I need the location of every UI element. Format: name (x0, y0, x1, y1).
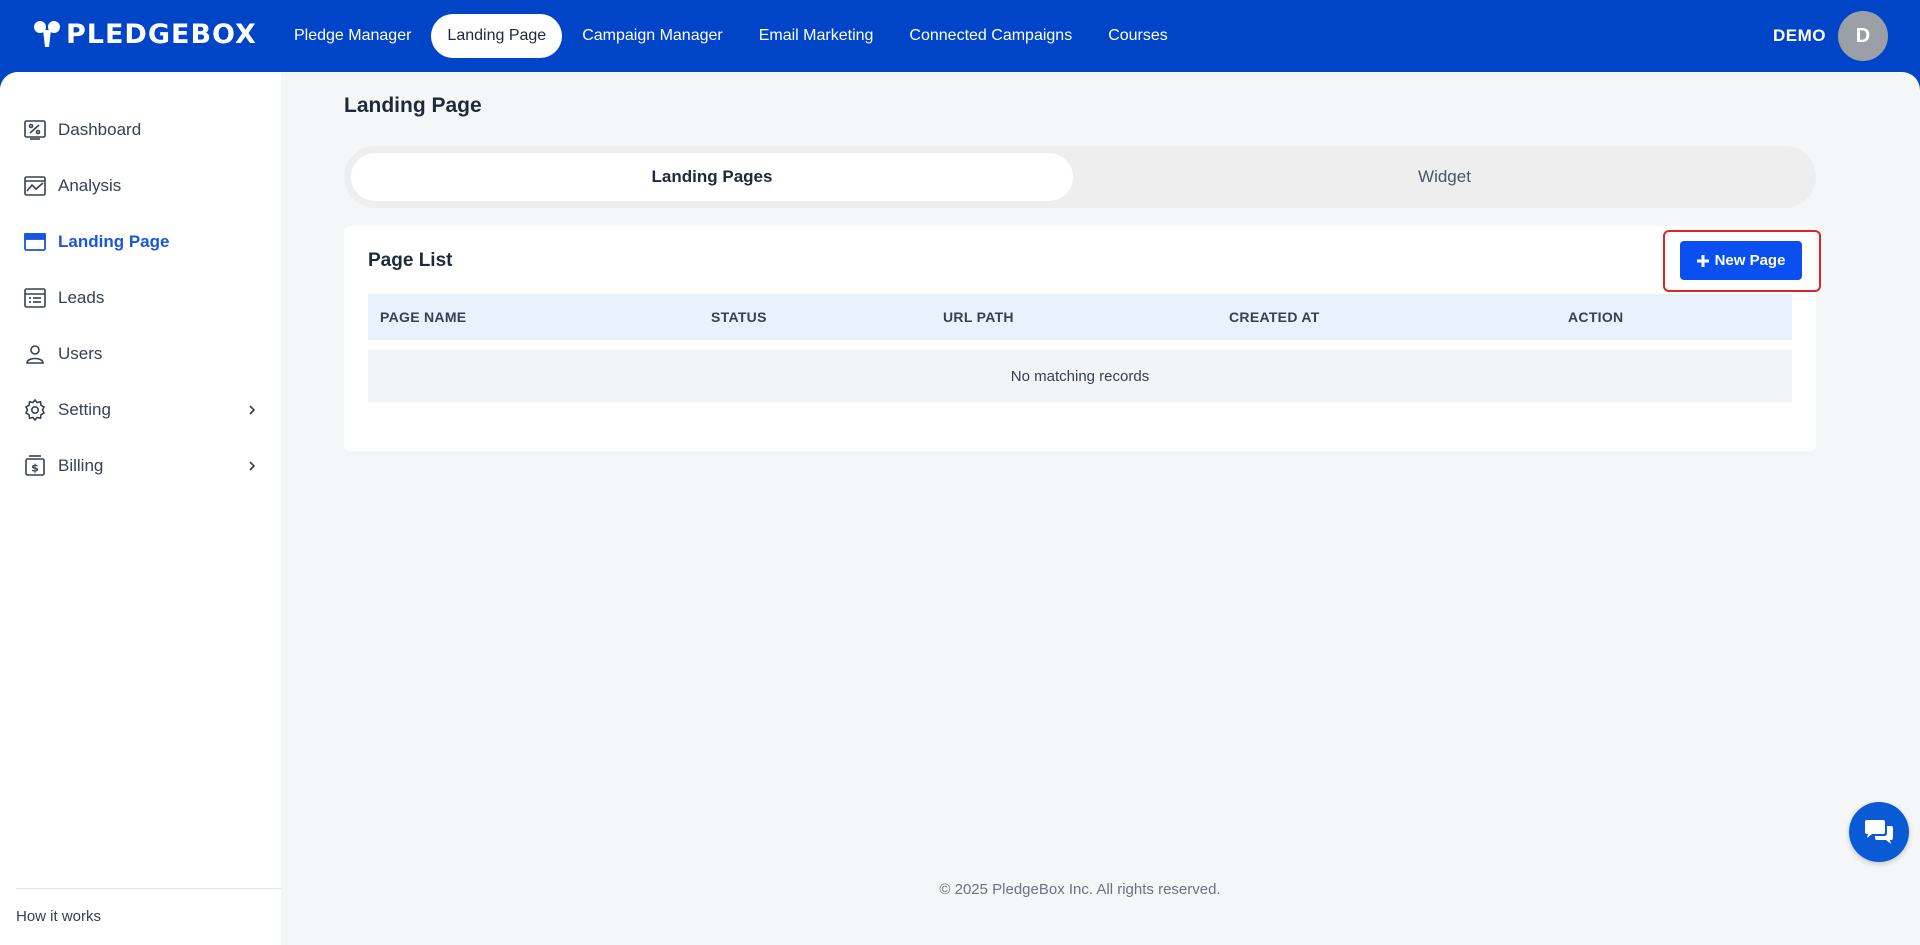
billing-icon: $ (22, 453, 48, 479)
sidebar-item-landing-page[interactable]: Landing Page (22, 226, 262, 258)
sidebar: Dashboard Analysis Landing Page Leads Us… (0, 72, 281, 945)
sidebar-item-label: Landing Page (58, 232, 170, 251)
nav-item-email-marketing[interactable]: Email Marketing (743, 14, 890, 58)
sidebar-item-setting[interactable]: Setting (22, 394, 262, 426)
analysis-icon (22, 173, 48, 199)
chat-icon (1865, 820, 1893, 844)
column-header-action: ACTION (1568, 309, 1624, 325)
column-header-url-path[interactable]: URL PATH (943, 294, 1014, 340)
sidebar-item-label: Leads (58, 288, 105, 307)
avatar[interactable]: D (1838, 11, 1888, 61)
gear-icon (22, 397, 48, 423)
new-page-button-label: New Page (1714, 252, 1786, 269)
chevron-right-icon (242, 456, 262, 476)
plus-icon (1696, 254, 1709, 267)
nav-item-campaign-manager[interactable]: Campaign Manager (566, 14, 739, 58)
table-header: PAGE NAME STATUS URL PATH CREATED AT ACT… (368, 294, 1792, 340)
chat-launcher-button[interactable] (1849, 802, 1909, 862)
user-icon (22, 341, 48, 367)
sidebar-item-leads[interactable]: Leads (22, 282, 262, 314)
user-name: DEMO (1773, 26, 1826, 45)
tab-bar: Landing Pages Widget (344, 146, 1816, 208)
nav-item-landing-page[interactable]: Landing Page (431, 14, 563, 58)
logo-icon (34, 21, 60, 47)
nav-item-connected-campaigns[interactable]: Connected Campaigns (893, 14, 1088, 58)
sidebar-item-users[interactable]: Users (22, 338, 262, 370)
svg-text:$: $ (31, 462, 39, 475)
new-page-button[interactable]: New Page (1680, 241, 1802, 280)
sidebar-item-label: Billing (58, 456, 104, 475)
empty-table-message: No matching records (368, 350, 1792, 402)
leads-icon (22, 285, 48, 311)
sidebar-divider (16, 888, 281, 889)
column-header-created-at[interactable]: CREATED AT (1229, 294, 1320, 340)
tab-landing-pages[interactable]: Landing Pages (351, 153, 1073, 201)
nav-item-pledge-manager[interactable]: Pledge Manager (278, 14, 427, 58)
how-it-works-link[interactable]: How it works (16, 908, 101, 925)
sidebar-item-dashboard[interactable]: Dashboard (22, 114, 262, 146)
sidebar-item-billing[interactable]: $ Billing (22, 450, 262, 482)
copyright-footer: © 2025 PledgeBox Inc. All rights reserve… (939, 881, 1221, 898)
user-menu[interactable]: DEMO D (1773, 11, 1888, 61)
column-header-status[interactable]: STATUS (711, 294, 767, 340)
top-navigation-bar: PLEDGEBOX Pledge Manager Landing Page Ca… (0, 0, 1920, 72)
chevron-right-icon (242, 400, 262, 420)
nav-item-courses[interactable]: Courses (1092, 14, 1184, 58)
pledgebox-logo[interactable]: PLEDGEBOX (32, 16, 257, 52)
sidebar-item-label: Users (58, 344, 103, 363)
app-shell: Dashboard Analysis Landing Page Leads Us… (0, 72, 1920, 945)
card-title: Page List (368, 250, 453, 271)
page-title: Landing Page (344, 94, 482, 117)
main-nav: Pledge Manager Landing Page Campaign Man… (278, 14, 1184, 58)
sidebar-item-label: Analysis (58, 176, 122, 195)
sidebar-item-label: Setting (58, 400, 111, 419)
sidebar-item-label: Dashboard (58, 120, 142, 139)
brand-name: PLEDGEBOX (66, 18, 257, 50)
sidebar-item-analysis[interactable]: Analysis (22, 170, 262, 202)
column-header-page-name[interactable]: PAGE NAME (380, 294, 466, 340)
landing-page-icon (22, 229, 48, 255)
page-list-card: Page List New Page PAGE NAME STATUS URL … (344, 226, 1821, 451)
tab-widget[interactable]: Widget (1080, 153, 1809, 201)
dashboard-icon (22, 117, 48, 143)
